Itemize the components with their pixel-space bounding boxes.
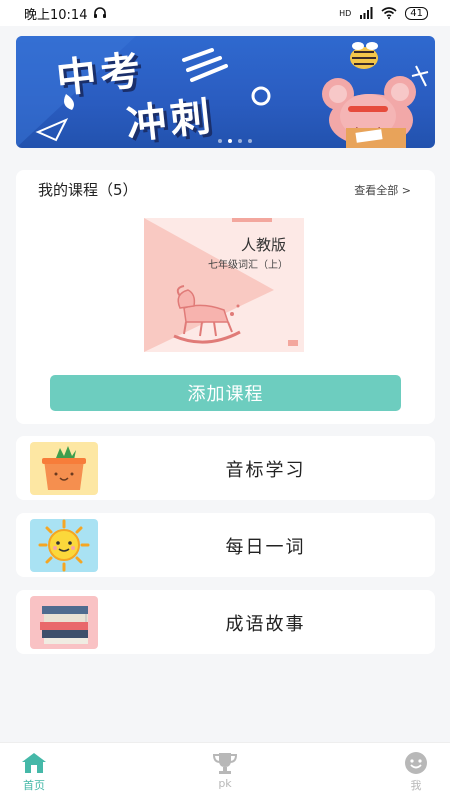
status-bar: 晚上10:14 HD 41 (0, 0, 450, 26)
my-courses-title: 我的课程（5） (38, 181, 138, 199)
tab-home[interactable]: 首页 (4, 751, 64, 793)
tab-me[interactable]: 我 (386, 751, 446, 793)
wifi-icon (381, 7, 397, 19)
tab-pk[interactable]: pk (195, 751, 255, 790)
menu-item-daily-word[interactable]: 每日一词 (16, 513, 435, 577)
my-courses-card: 我的课程（5） 查看全部 > 人教版 七年级词汇（上） 添加课程 (16, 170, 435, 424)
see-all-link[interactable]: 查看全部 > (354, 182, 411, 198)
book-top-strip (232, 218, 272, 222)
status-time: 晚上10:14 (24, 7, 88, 23)
headset-icon (94, 7, 107, 18)
tab-me-label: 我 (410, 779, 422, 792)
trophy-icon (212, 753, 238, 774)
pagination-dot (248, 139, 252, 143)
home-icon (22, 753, 46, 773)
menu-item-idiom-stories[interactable]: 成语故事 (16, 590, 435, 654)
book-subtitle: 七年级词汇（上） (208, 260, 288, 271)
course-book-cover[interactable]: 人教版 七年级词汇（上） (144, 218, 304, 352)
pagination-dot (218, 139, 222, 143)
menu-label-idiom-stories: 成语故事 (225, 614, 306, 635)
book-title: 人教版 (240, 236, 286, 254)
banner-pagination (218, 139, 252, 143)
pagination-dot (238, 139, 242, 143)
signal-icon (360, 7, 373, 19)
menu-label-phonetics: 音标学习 (225, 460, 306, 481)
battery-indicator: 41 (405, 6, 428, 20)
menu-label-daily-word: 每日一词 (225, 537, 306, 558)
banner-title-line2: 冲刺 (124, 93, 217, 148)
tab-home-label: 首页 (23, 779, 45, 792)
menu-item-phonetics[interactable]: 音标学习 (16, 436, 435, 500)
bottom-tab-bar: 首页 pk 我 (0, 742, 450, 800)
pagination-dot-active (228, 139, 232, 143)
add-course-button[interactable]: 添加课程 (50, 375, 401, 411)
promo-banner[interactable]: 中考 冲刺 (16, 36, 435, 148)
smiley-icon (405, 752, 427, 774)
network-label: HD (339, 8, 352, 18)
tab-pk-label: pk (218, 777, 232, 790)
